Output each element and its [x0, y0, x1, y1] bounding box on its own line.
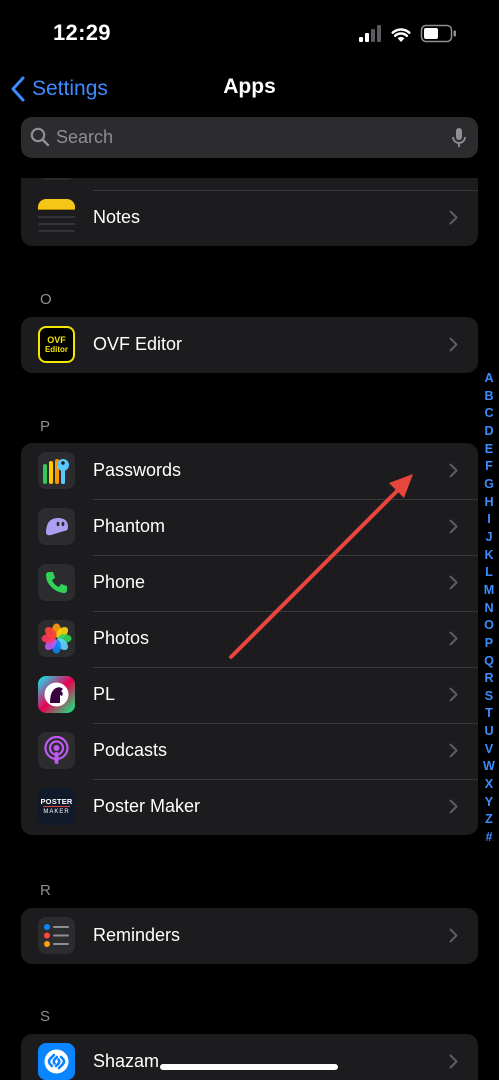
index-letter[interactable]: I	[487, 511, 491, 529]
index-letter[interactable]: V	[485, 741, 493, 759]
list-item-poster-maker[interactable]: POSTER MAKER Poster Maker	[21, 779, 478, 835]
chevron-right-icon	[449, 799, 458, 814]
index-letter[interactable]: H	[484, 494, 493, 512]
list-item-phone[interactable]: Phone	[21, 555, 478, 611]
chevron-right-icon	[449, 631, 458, 646]
chevron-right-icon	[449, 575, 458, 590]
app-icon	[38, 178, 75, 180]
list-item-label: Phantom	[93, 516, 166, 536]
page-title: Apps	[223, 75, 276, 98]
photos-icon	[38, 620, 75, 657]
index-letter[interactable]: Q	[484, 653, 494, 671]
section-s-card: Shazam	[21, 1034, 478, 1080]
index-letter[interactable]: Y	[485, 794, 493, 812]
index-letter[interactable]: Z	[485, 811, 493, 829]
list-item-photos[interactable]: Photos	[21, 611, 478, 667]
index-letter[interactable]: G	[484, 476, 494, 494]
index-letter[interactable]: T	[485, 705, 493, 723]
index-letter[interactable]: C	[484, 405, 493, 423]
chevron-right-icon	[449, 463, 458, 478]
reminders-icon	[38, 917, 75, 954]
search-bar[interactable]	[21, 117, 478, 158]
list-item-label: PL	[93, 684, 116, 704]
passwords-icon	[38, 452, 75, 489]
list-item-label: Podcasts	[93, 740, 168, 760]
status-time: 12:29	[53, 20, 111, 45]
chevron-right-icon	[449, 1054, 458, 1069]
premier-league-icon	[38, 676, 75, 713]
list-item-label: Poster Maker	[93, 796, 201, 816]
list-item-clipped[interactable]	[21, 178, 478, 190]
apps-list[interactable]: Notes O OVF Editor OVF Editor P Password…	[0, 178, 499, 1080]
chevron-right-icon	[449, 337, 458, 352]
section-n-card: Notes	[21, 178, 478, 246]
status-bar: 12:29	[0, 0, 499, 64]
section-header-o: O	[40, 291, 52, 308]
index-letter[interactable]: O	[484, 617, 494, 635]
navigation-bar: Settings Apps	[0, 64, 499, 114]
status-icons	[359, 22, 469, 44]
search-input[interactable]	[56, 117, 436, 158]
index-letter[interactable]: L	[485, 564, 493, 582]
index-letter[interactable]: E	[485, 441, 493, 459]
ovf-editor-icon: OVF Editor	[38, 326, 75, 363]
cellular-signal-icon	[359, 25, 381, 42]
list-item-passwords[interactable]: Passwords	[21, 443, 478, 499]
list-item-phantom[interactable]: Phantom	[21, 499, 478, 555]
list-item-ovf-editor[interactable]: OVF Editor OVF Editor	[21, 317, 478, 373]
index-letter[interactable]: S	[485, 688, 493, 706]
battery-icon	[420, 24, 456, 43]
index-letter[interactable]: F	[485, 458, 493, 476]
index-letter[interactable]: #	[485, 829, 492, 847]
index-letter[interactable]: P	[485, 635, 493, 653]
index-letter[interactable]: X	[485, 776, 493, 794]
list-item-notes[interactable]: Notes	[21, 190, 478, 246]
index-letter[interactable]: D	[484, 423, 493, 441]
alphabet-index[interactable]: A B C D E F G H I J K L M N O P Q R S T U V W X Y Z #	[481, 370, 497, 847]
list-item-reminders[interactable]: Reminders	[21, 908, 478, 964]
list-item-shazam[interactable]: Shazam	[21, 1034, 478, 1080]
index-letter[interactable]: B	[484, 388, 493, 406]
list-item-label: Passwords	[93, 460, 182, 480]
list-item-label: OVF Editor	[93, 334, 183, 354]
search-icon	[30, 127, 50, 147]
chevron-right-icon	[449, 743, 458, 758]
section-p-card: Passwords Phantom Phone Photos PL Podcas…	[21, 443, 478, 835]
index-letter[interactable]: J	[485, 529, 492, 547]
index-letter[interactable]: U	[484, 723, 493, 741]
section-header-r: R	[40, 882, 51, 899]
section-header-p: P	[40, 418, 51, 435]
index-letter[interactable]: M	[484, 582, 495, 600]
list-item-label: Shazam	[93, 1051, 160, 1071]
section-r-card: Reminders	[21, 908, 478, 964]
chevron-right-icon	[449, 928, 458, 943]
index-letter[interactable]: K	[484, 547, 493, 565]
list-item-label: Phone	[93, 572, 146, 592]
phone-icon	[38, 564, 75, 601]
index-letter[interactable]: R	[484, 670, 493, 688]
chevron-right-icon	[449, 210, 458, 225]
list-item-label: Reminders	[93, 925, 181, 945]
index-letter[interactable]: N	[484, 600, 493, 618]
notes-icon	[38, 199, 75, 236]
list-item-podcasts[interactable]: Podcasts	[21, 723, 478, 779]
wifi-icon	[391, 28, 411, 42]
shazam-icon	[38, 1043, 75, 1080]
index-letter[interactable]: A	[484, 370, 493, 388]
phantom-icon	[38, 508, 75, 545]
home-indicator[interactable]	[160, 1064, 338, 1070]
section-o-card: OVF Editor OVF Editor	[21, 317, 478, 373]
chevron-right-icon	[449, 687, 458, 702]
list-item-label: Notes	[93, 207, 141, 227]
microphone-icon[interactable]	[451, 127, 467, 149]
list-item-label: Photos	[93, 628, 150, 648]
section-header-s: S	[40, 1008, 51, 1025]
list-item-pl[interactable]: PL	[21, 667, 478, 723]
poster-maker-icon: POSTER MAKER	[38, 788, 75, 825]
index-letter[interactable]: W	[483, 758, 495, 776]
chevron-right-icon	[449, 519, 458, 534]
podcasts-icon	[38, 732, 75, 769]
